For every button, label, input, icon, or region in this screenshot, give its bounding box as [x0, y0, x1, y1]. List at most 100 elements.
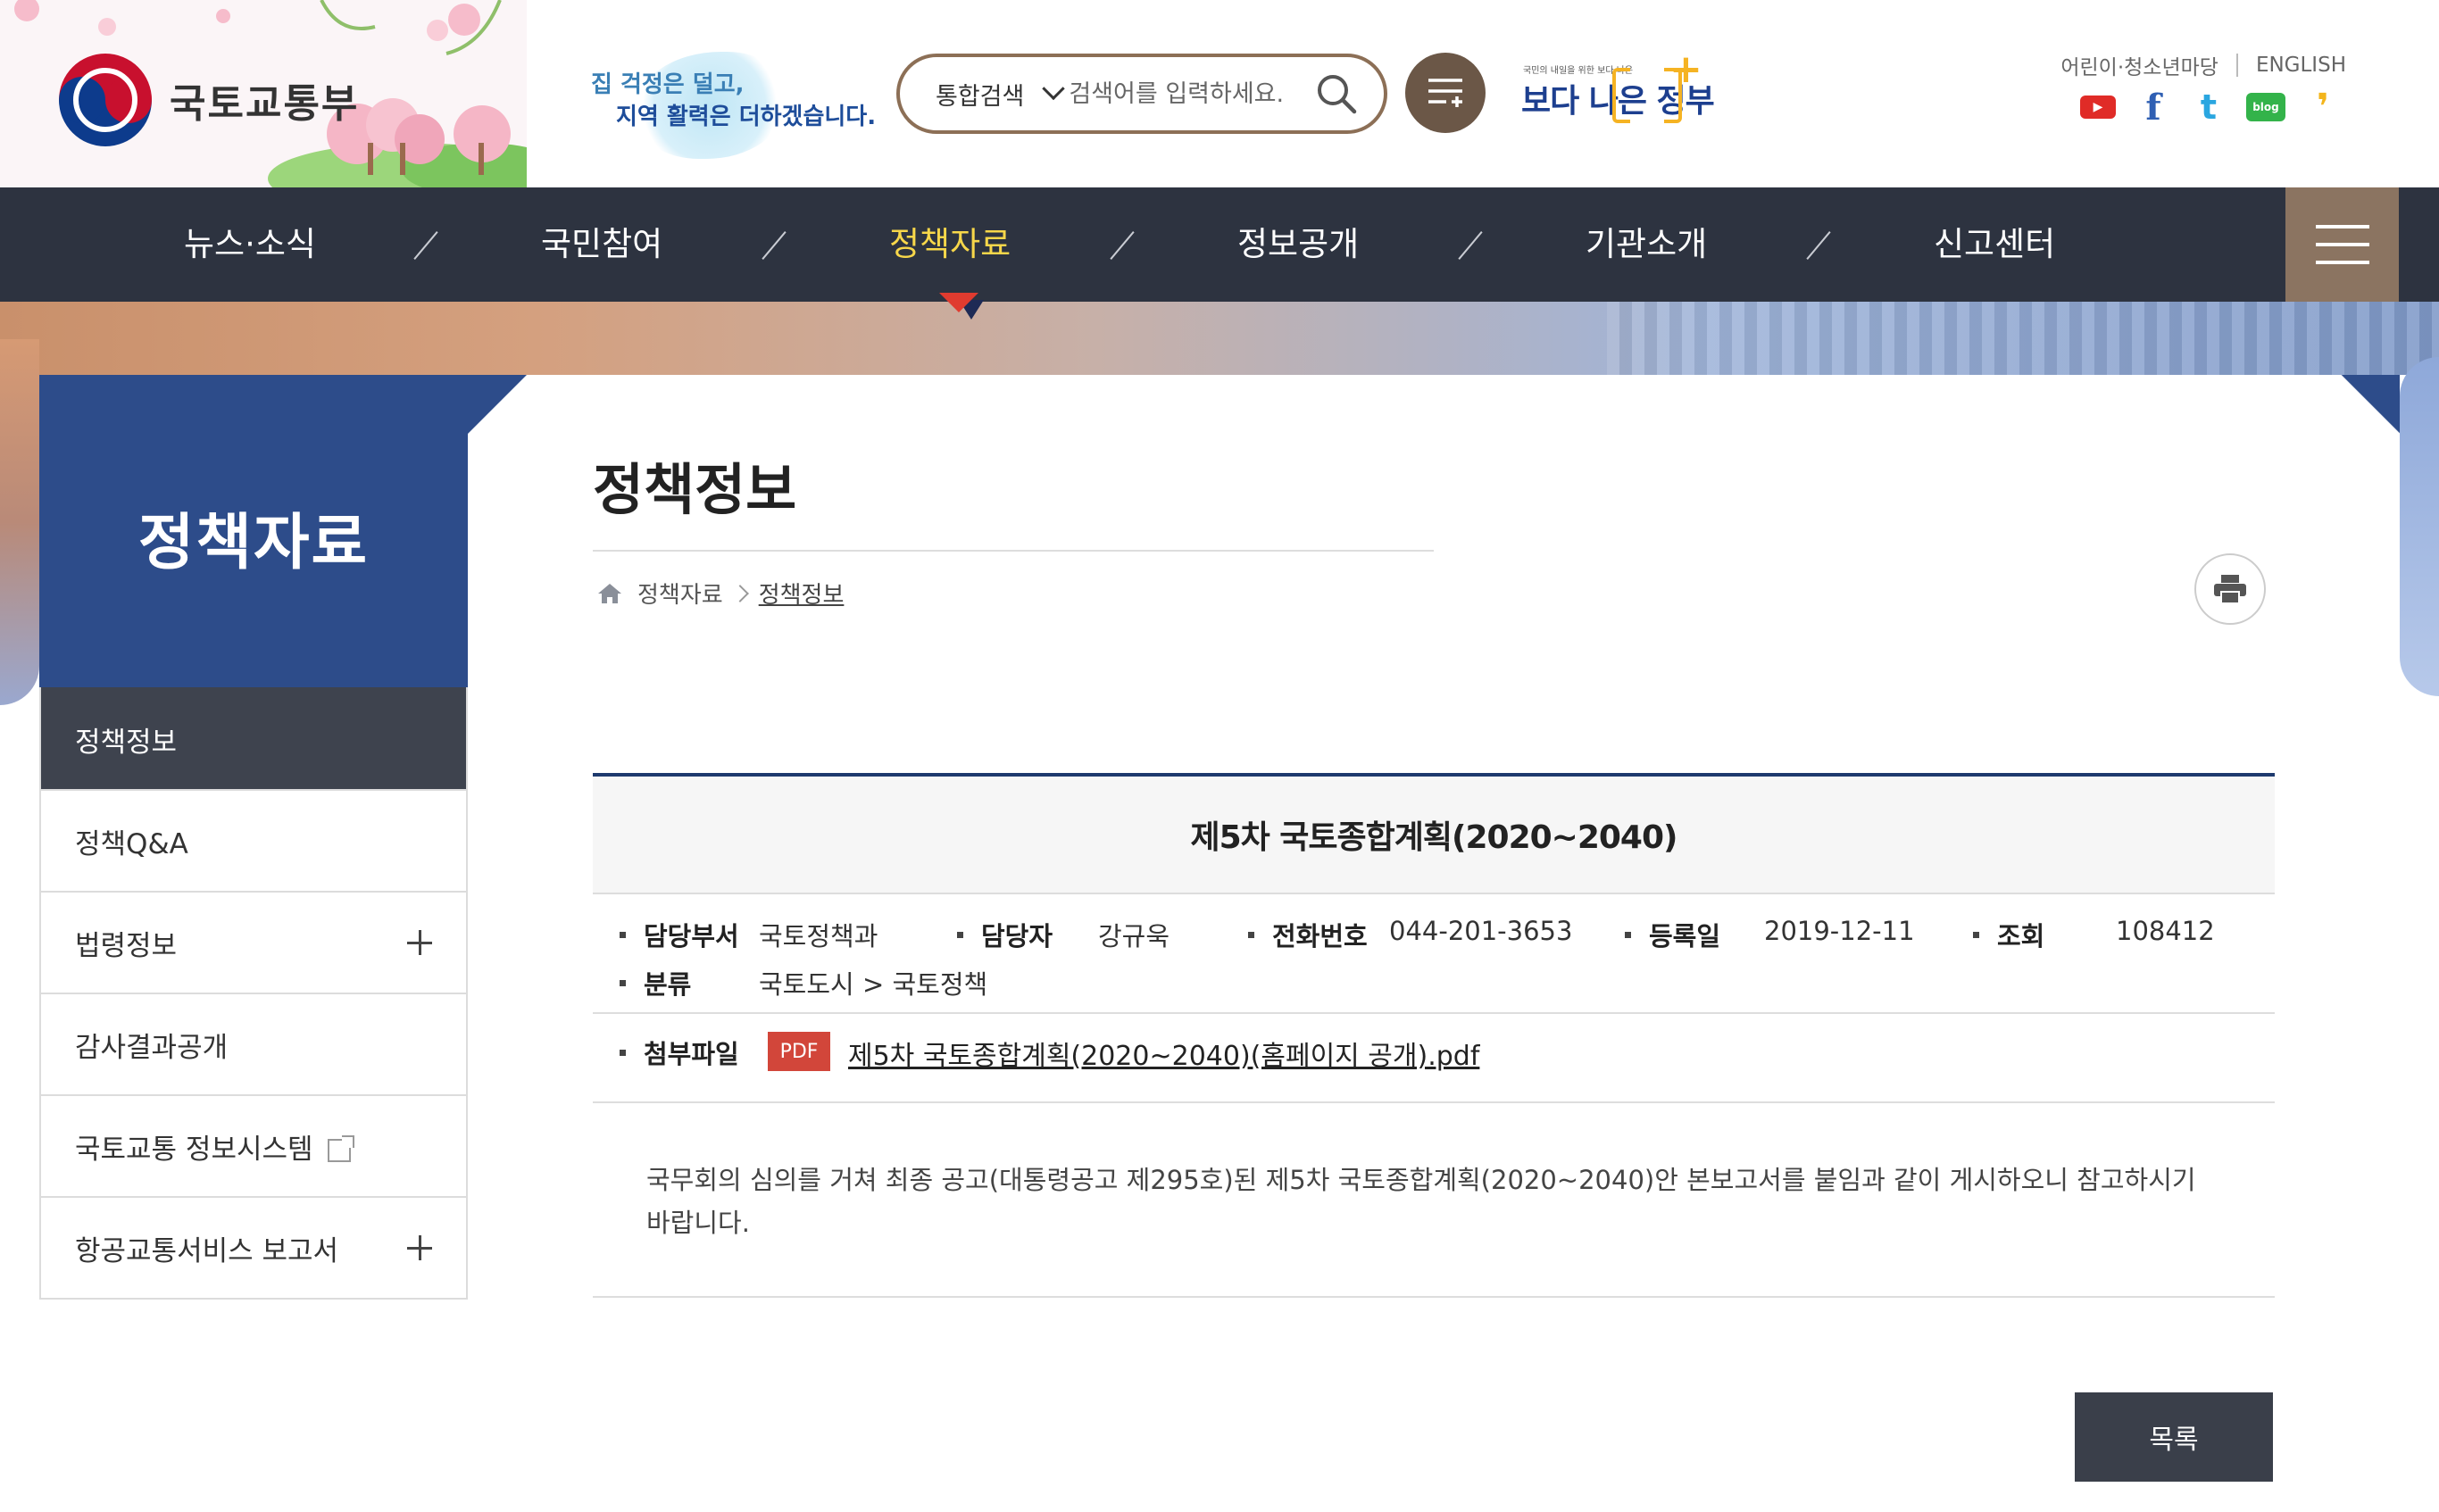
- bullet-icon: [1973, 931, 1979, 938]
- meta-date-label: 등록일: [1649, 921, 1721, 951]
- chevron-down-icon[interactable]: [1042, 77, 1066, 101]
- site-header: 국토교통부 집 걱정은 덜고, 지역 활력은 더하겠습니다. 통합검색 국민의 …: [0, 0, 2439, 187]
- expand-plus-icon[interactable]: [407, 1235, 432, 1260]
- post-meta: 담당부서 국토정책과 담당자 강규욱 전화번호 044-201-3653 등록일…: [593, 894, 2275, 1014]
- meta-manager-label: 담당자: [981, 921, 1053, 951]
- bullet-icon: [620, 1049, 626, 1056]
- meta-views: 조회: [1973, 916, 2044, 953]
- post-view: 제5차 국토종합계획(2020~2040) 담당부서 국토정책과 담당자 강규욱…: [593, 773, 2275, 1298]
- hamburger-icon: [2315, 225, 2369, 264]
- meta-date: 등록일: [1625, 916, 1720, 953]
- gnb-divider: [1458, 231, 1483, 260]
- search-input[interactable]: [1069, 79, 1311, 108]
- gnb-participation[interactable]: 국민참여: [541, 187, 662, 302]
- kakao-story-icon[interactable]: ❜: [2305, 87, 2341, 128]
- english-link[interactable]: ENGLISH: [2256, 54, 2346, 77]
- attachment-download-link[interactable]: 제5차 국토종합계획(2020~2040)(홈페이지 공개).pdf: [848, 1034, 1479, 1073]
- left-edge-decoration: [0, 339, 39, 705]
- meta-date-value: 2019-12-11: [1764, 916, 1915, 946]
- list-plus-icon: [1428, 79, 1462, 107]
- global-navigation: 뉴스·소식 국민참여 정책자료 정보공개 기관소개 신고센터: [0, 187, 2439, 302]
- plus-icon: +: [1669, 46, 1702, 92]
- facebook-icon[interactable]: f: [2135, 87, 2171, 129]
- search-menu-button[interactable]: [1405, 53, 1486, 133]
- side-nav-policy-qa[interactable]: 정책Q&A: [41, 789, 466, 891]
- bullet-icon: [1248, 931, 1254, 938]
- slogan-line-1: 집 걱정은 덜고,: [591, 71, 745, 98]
- external-link-icon: [327, 1135, 354, 1162]
- bullet-icon: [1625, 931, 1631, 938]
- home-icon[interactable]: [596, 582, 623, 605]
- all-menu-button[interactable]: [2285, 187, 2399, 302]
- expand-plus-icon[interactable]: [407, 930, 432, 955]
- divider: [2235, 54, 2238, 77]
- side-nav-title: 정책자료: [137, 508, 370, 578]
- side-nav-info-system[interactable]: 국토교통 정보시스템: [41, 1094, 466, 1196]
- side-nav-corner-shape: [468, 375, 527, 434]
- meta-manager-value: 강규욱: [1098, 921, 1170, 951]
- twitter-icon[interactable]: t: [2191, 87, 2227, 127]
- side-nav-aviation-report[interactable]: 항공교통서비스 보고서: [41, 1196, 466, 1298]
- meta-category: 분류: [620, 964, 691, 1001]
- side-nav-label: 국토교통 정보시스템: [75, 1133, 313, 1166]
- slogan-line-2: 지역 활력은 더하겠습니다.: [616, 104, 877, 130]
- kids-youth-link[interactable]: 어린이·청소년마당: [2060, 50, 2218, 80]
- meta-manager: 담당자: [957, 916, 1053, 953]
- gnb-news[interactable]: 뉴스·소식: [184, 187, 316, 302]
- list-button[interactable]: 목록: [2075, 1392, 2273, 1482]
- utility-links: 어린이·청소년마당 ENGLISH: [2060, 50, 2346, 80]
- page-title: 정책정보: [593, 457, 797, 522]
- bullet-icon: [620, 979, 626, 986]
- meta-dept-value: 국토정책과: [759, 921, 878, 951]
- attachment-label: 첨부파일: [644, 1039, 739, 1069]
- side-nav-law-info[interactable]: 법령정보: [41, 891, 466, 993]
- meta-category-value: 국토도시 > 국토정책: [759, 969, 988, 1000]
- search-scope-select[interactable]: 통합검색: [936, 77, 1024, 112]
- sub-visual-banner: [0, 302, 2439, 375]
- gnb-divider: [413, 231, 438, 260]
- breadcrumb-current[interactable]: 정책정보: [759, 577, 845, 610]
- corner-accent-shape: [2341, 375, 2400, 434]
- taegeuk-emblem-icon: [59, 54, 152, 146]
- meta-views-value: 108412: [2116, 916, 2215, 946]
- side-nav-audit-results[interactable]: 감사결과공개: [41, 993, 466, 1094]
- side-nav-label: 정책Q&A: [75, 827, 188, 860]
- breadcrumb: 정책자료 정책정보: [596, 577, 844, 610]
- gnb-divider: [762, 231, 787, 260]
- bullet-icon: [620, 931, 626, 938]
- gnb-report-center[interactable]: 신고센터: [1934, 187, 2055, 302]
- better-government-logo[interactable]: 국민의 내일을 위한 보다 나은 보다 나은 정부 +: [1519, 50, 1715, 130]
- side-nav-label: 항공교통서비스 보고서: [75, 1234, 339, 1267]
- search-icon[interactable]: [1316, 73, 1357, 114]
- attachment-row: 첨부파일 PDF 제5차 국토종합계획(2020~2040)(홈페이지 공개).…: [593, 1014, 2275, 1103]
- breadcrumb-item[interactable]: 정책자료: [637, 577, 723, 610]
- side-nav-label: 법령정보: [75, 929, 178, 962]
- meta-phone: 전화번호: [1248, 916, 1368, 953]
- integrated-search-box: 통합검색: [896, 54, 1387, 134]
- ministry-logo[interactable]: 국토교통부: [59, 54, 359, 146]
- printer-icon: [2214, 575, 2246, 604]
- meta-dept-label: 담당부서: [644, 921, 739, 951]
- meta-views-label: 조회: [1997, 921, 2045, 951]
- meta-dept: 담당부서: [620, 916, 739, 953]
- sns-links: ▶ f t blog ❜: [2080, 87, 2341, 129]
- side-nav-policy-info[interactable]: 정책정보: [41, 687, 466, 789]
- meta-category-label: 분류: [644, 969, 692, 1000]
- print-button[interactable]: [2194, 553, 2266, 625]
- youtube-icon[interactable]: ▶: [2080, 96, 2116, 119]
- title-divider: [593, 550, 1434, 552]
- gnb-policy-data[interactable]: 정책자료: [889, 187, 1011, 302]
- logo-text: 국토교통부: [170, 81, 360, 127]
- bracket-left-shape: [1612, 68, 1630, 123]
- side-nav-label: 감사결과공개: [75, 1031, 229, 1064]
- chevron-right-icon: [730, 584, 749, 602]
- gnb-divider: [1110, 231, 1135, 260]
- right-edge-decoration: [2400, 357, 2439, 696]
- meta-phone-value: 044-201-3653: [1389, 916, 1573, 946]
- blog-icon[interactable]: blog: [2246, 93, 2285, 121]
- side-nav-label: 정책정보: [75, 726, 178, 759]
- post-subject: 제5차 국토종합계획(2020~2040): [593, 777, 2275, 894]
- gnb-about[interactable]: 기관소개: [1586, 187, 1707, 302]
- slogan-banner[interactable]: 집 걱정은 덜고, 지역 활력은 더하겠습니다.: [571, 52, 876, 159]
- gnb-info-disclosure[interactable]: 정보공개: [1237, 187, 1359, 302]
